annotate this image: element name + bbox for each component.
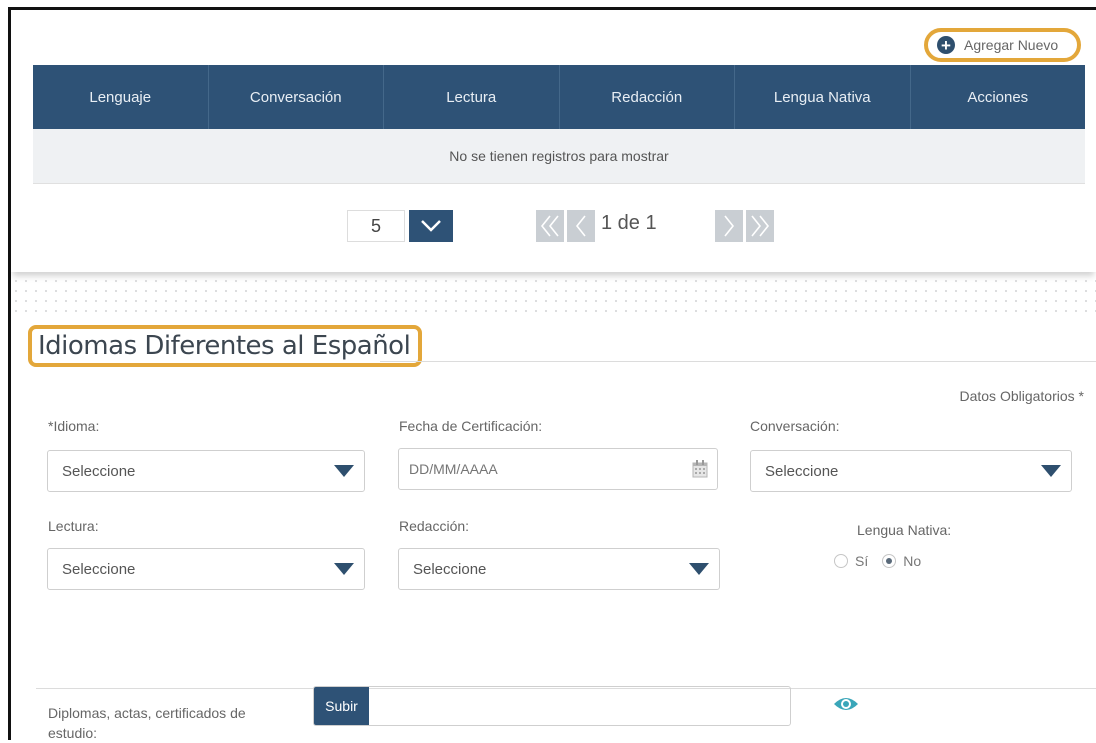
redaccion-select[interactable]: Seleccione <box>398 548 720 590</box>
lectura-select[interactable]: Seleccione <box>47 548 365 590</box>
page-indicator: 1 de 1 <box>601 212 657 234</box>
idioma-select[interactable]: Seleccione <box>47 450 365 492</box>
radio-si[interactable] <box>834 554 848 568</box>
double-chevron-left-icon <box>540 215 559 237</box>
radio-no[interactable] <box>882 554 897 568</box>
radio-selected-dot <box>886 558 893 564</box>
languages-table: Lenguaje Conversación Lectura Redacción … <box>33 65 1085 184</box>
upload-button[interactable]: Subir <box>314 687 369 725</box>
dotted-separator <box>11 276 1096 312</box>
column-header-redaccion[interactable]: Redacción <box>560 65 735 129</box>
add-new-label: Agregar Nuevo <box>964 37 1059 53</box>
lectura-select-value: Seleccione <box>62 560 136 578</box>
column-header-conversacion[interactable]: Conversación <box>209 65 384 129</box>
caret-down-icon <box>679 549 719 589</box>
empty-table-message: No se tienen registros para mostrar <box>33 129 1085 184</box>
idioma-select-value: Seleccione <box>62 462 136 480</box>
upload-field[interactable]: Subir <box>313 686 791 726</box>
lengua-nativa-radio-group: Sí No <box>834 553 921 569</box>
previous-page-button[interactable] <box>567 210 595 242</box>
conversacion-label: Conversación: <box>750 418 840 434</box>
section-title-underline <box>380 361 1096 362</box>
section-title: Idiomas Diferentes al Español <box>28 325 423 367</box>
column-header-lectura[interactable]: Lectura <box>384 65 560 129</box>
chevron-right-icon <box>724 215 735 237</box>
fecha-certificacion-field[interactable] <box>398 448 718 490</box>
plus-icon: + <box>937 36 955 54</box>
page-size-value[interactable]: 5 <box>347 210 405 242</box>
page-size-dropdown-button[interactable] <box>409 210 453 242</box>
add-new-button[interactable]: + Agregar Nuevo <box>924 28 1081 62</box>
column-header-lenguaje[interactable]: Lenguaje <box>33 65 209 129</box>
eye-icon[interactable] <box>833 695 859 718</box>
fecha-certificacion-label: Fecha de Certificación: <box>399 418 543 434</box>
double-chevron-right-icon <box>751 215 770 237</box>
last-page-button[interactable] <box>746 210 774 242</box>
conversacion-select-value: Seleccione <box>765 462 839 480</box>
next-page-button[interactable] <box>715 210 743 242</box>
column-header-lengua-nativa[interactable]: Lengua Nativa <box>735 65 911 129</box>
caret-down-icon <box>324 549 364 589</box>
first-page-button[interactable] <box>536 210 564 242</box>
conversacion-select[interactable]: Seleccione <box>750 450 1072 492</box>
upload-documents-label: Diplomas, actas, certificados de estudio… <box>48 705 246 741</box>
redaccion-select-value: Seleccione <box>413 560 487 578</box>
column-header-acciones: Acciones <box>967 88 1029 106</box>
radio-no-label: No <box>903 553 922 569</box>
fecha-certificacion-input[interactable] <box>399 460 683 478</box>
redaccion-label: Redacción: <box>399 518 470 534</box>
caret-down-icon <box>324 451 364 491</box>
calendar-icon[interactable] <box>683 460 717 478</box>
lectura-label: Lectura: <box>48 518 99 534</box>
chevron-down-icon <box>421 220 441 232</box>
table-header: Lenguaje Conversación Lectura Redacción … <box>33 65 1085 129</box>
required-fields-note: Datos Obligatorios * <box>959 388 1084 404</box>
pagination-bar: 5 1 de 1 <box>0 210 1096 244</box>
lengua-nativa-label: Lengua Nativa: <box>857 522 952 538</box>
idioma-label: *Idioma: <box>48 418 100 434</box>
caret-down-icon <box>1031 451 1071 491</box>
radio-si-label: Sí <box>855 553 869 569</box>
chevron-left-icon <box>575 215 586 237</box>
